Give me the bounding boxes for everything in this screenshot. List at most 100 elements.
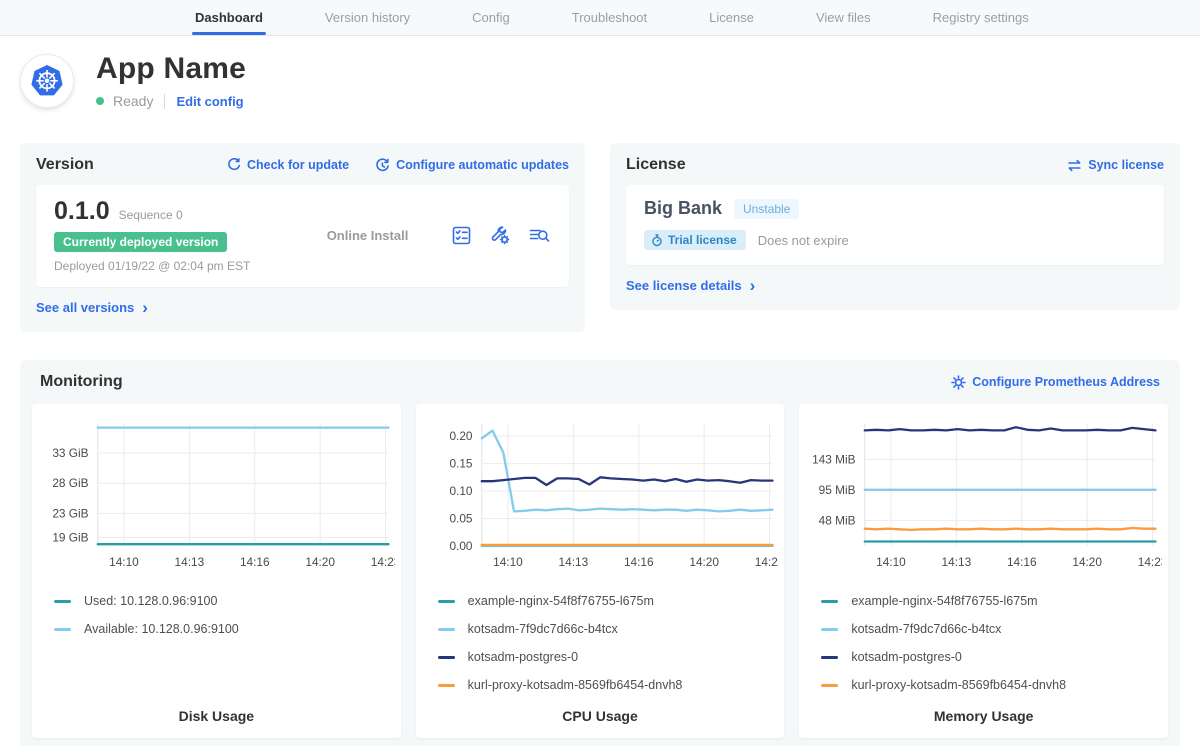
legend-label: kotsadm-7f9dc7d66c-b4tcx	[851, 622, 1001, 636]
legend-color-dash	[438, 628, 455, 631]
app-header: App Name Ready Edit config	[20, 36, 1180, 109]
sync-icon	[1067, 159, 1082, 172]
svg-text:48 MiB: 48 MiB	[819, 514, 856, 527]
tab-troubleshoot[interactable]: Troubleshoot	[569, 0, 650, 35]
clock-refresh-icon	[375, 158, 390, 173]
svg-text:14:20: 14:20	[1073, 556, 1103, 569]
svg-text:14:23: 14:23	[754, 556, 778, 569]
svg-text:14:16: 14:16	[624, 556, 654, 569]
deployed-timestamp: Deployed 01/19/22 @ 02:04 pm EST	[54, 259, 284, 273]
top-nav: Dashboard Version history Config Troublesho…	[0, 0, 1200, 36]
status-dot-icon	[96, 97, 104, 105]
legend-label: kurl-proxy-kotsadm-8569fb6454-dnvh8	[468, 678, 683, 692]
legend-color-dash	[821, 684, 838, 687]
svg-text:14:13: 14:13	[942, 556, 972, 569]
version-number: 0.1.0	[54, 197, 110, 226]
legend-color-dash	[438, 600, 455, 603]
install-type-label: Online Install	[284, 228, 451, 243]
see-all-versions-link[interactable]: See all versions	[36, 300, 148, 315]
customer-name: Big Bank	[644, 198, 722, 219]
page-title: App Name	[96, 52, 246, 86]
tab-view-files[interactable]: View files	[813, 0, 874, 35]
legend-label: kurl-proxy-kotsadm-8569fb6454-dnvh8	[851, 678, 1066, 692]
cpu-usage-chart-card: 14:1014:1314:1614:2014:230.000.050.100.1…	[416, 404, 785, 738]
see-license-details-link[interactable]: See license details	[626, 278, 755, 293]
disk-usage-legend: Used: 10.128.0.96:9100 Available: 10.128.…	[54, 594, 395, 636]
memory-usage-chart: 14:1014:1314:1614:2014:2348 MiB95 MiB143…	[805, 414, 1162, 582]
divider	[164, 94, 165, 109]
current-version-panel: 0.1.0 Sequence 0 Currently deployed vers…	[36, 185, 569, 287]
legend-item: Available: 10.128.0.96:9100	[54, 622, 395, 636]
app-status-row: Ready Edit config	[96, 93, 246, 109]
svg-text:0.00: 0.00	[449, 540, 473, 553]
monitoring-section: Monitoring Configure Prometheu	[20, 360, 1180, 746]
svg-text:19 GiB: 19 GiB	[52, 532, 88, 545]
chart-title: Memory Usage	[805, 692, 1162, 724]
sync-license-button[interactable]: Sync license	[1067, 158, 1164, 172]
svg-text:14:23: 14:23	[371, 556, 395, 569]
svg-text:0.15: 0.15	[449, 458, 472, 471]
edit-config-link[interactable]: Edit config	[176, 94, 243, 109]
svg-text:14:10: 14:10	[109, 556, 139, 569]
legend-item: kotsadm-7f9dc7d66c-b4tcx	[821, 622, 1162, 636]
legend-label: kotsadm-7f9dc7d66c-b4tcx	[468, 622, 618, 636]
cards-row: Version Check for update	[20, 143, 1180, 332]
legend-label: example-nginx-54f8f76755-l675m	[468, 594, 654, 608]
configure-automatic-updates-button[interactable]: Configure automatic updates	[375, 158, 569, 173]
configure-prometheus-button[interactable]: Configure Prometheus Address	[951, 375, 1160, 390]
tab-dashboard[interactable]: Dashboard	[192, 0, 266, 35]
trial-license-badge: Trial license	[644, 230, 746, 250]
currently-deployed-badge: Currently deployed version	[54, 232, 227, 252]
svg-text:14:23: 14:23	[1138, 556, 1162, 569]
legend-item: kurl-proxy-kotsadm-8569fb6454-dnvh8	[438, 678, 779, 692]
monitoring-title: Monitoring	[40, 373, 123, 391]
svg-text:0.05: 0.05	[449, 513, 472, 526]
legend-color-dash	[438, 684, 455, 687]
cpu-usage-chart: 14:1014:1314:1614:2014:230.000.050.100.1…	[422, 414, 779, 582]
stopwatch-icon	[651, 234, 663, 247]
legend-item: Used: 10.128.0.96:9100	[54, 594, 395, 608]
legend-item: kotsadm-7f9dc7d66c-b4tcx	[438, 622, 779, 636]
wrench-gear-icon[interactable]	[489, 225, 511, 246]
legend-color-dash	[821, 656, 838, 659]
legend-color-dash	[54, 628, 71, 631]
svg-text:143 MiB: 143 MiB	[812, 453, 856, 466]
chart-title: Disk Usage	[38, 692, 395, 724]
svg-text:14:10: 14:10	[876, 556, 906, 569]
svg-text:14:16: 14:16	[1007, 556, 1037, 569]
legend-color-dash	[438, 656, 455, 659]
charts-row: 14:1014:1314:1614:2014:2319 GiB23 GiB28 …	[32, 404, 1168, 738]
refresh-icon	[227, 158, 241, 172]
tab-license[interactable]: License	[706, 0, 757, 35]
legend-label: kotsadm-postgres-0	[851, 650, 961, 664]
legend-label: kotsadm-postgres-0	[468, 650, 578, 664]
license-card-title: License	[626, 156, 686, 174]
disk-usage-chart-card: 14:1014:1314:1614:2014:2319 GiB23 GiB28 …	[32, 404, 401, 738]
check-for-update-button[interactable]: Check for update	[227, 158, 349, 173]
svg-text:14:20: 14:20	[689, 556, 719, 569]
version-card-title: Version	[36, 156, 94, 174]
preflight-checks-icon[interactable]	[451, 225, 472, 246]
legend-label: Available: 10.128.0.96:9100	[84, 622, 239, 636]
tab-version-history[interactable]: Version history	[322, 0, 413, 35]
page-content: App Name Ready Edit config Version	[0, 36, 1200, 746]
legend-item: example-nginx-54f8f76755-l675m	[438, 594, 779, 608]
view-logs-icon[interactable]	[528, 225, 551, 246]
memory-usage-chart-card: 14:1014:1314:1614:2014:2348 MiB95 MiB143…	[799, 404, 1168, 738]
tab-config[interactable]: Config	[469, 0, 513, 35]
nav-tabs: Dashboard Version history Config Troublesho…	[192, 0, 1200, 35]
svg-text:14:20: 14:20	[305, 556, 335, 569]
kubernetes-logo	[20, 54, 74, 108]
svg-text:33 GiB: 33 GiB	[52, 447, 88, 460]
legend-label: Used: 10.128.0.96:9100	[84, 594, 217, 608]
legend-color-dash	[821, 600, 838, 603]
tab-registry-settings[interactable]: Registry settings	[930, 0, 1032, 35]
svg-text:14:10: 14:10	[493, 556, 523, 569]
license-panel: Big Bank Unstable Trial license Does not…	[626, 185, 1164, 265]
legend-item: kurl-proxy-kotsadm-8569fb6454-dnvh8	[821, 678, 1162, 692]
memory-usage-legend: example-nginx-54f8f76755-l675mkotsadm-7f…	[821, 594, 1162, 692]
channel-badge: Unstable	[734, 199, 799, 219]
svg-text:14:16: 14:16	[240, 556, 270, 569]
legend-color-dash	[821, 628, 838, 631]
svg-text:0.20: 0.20	[449, 430, 473, 443]
